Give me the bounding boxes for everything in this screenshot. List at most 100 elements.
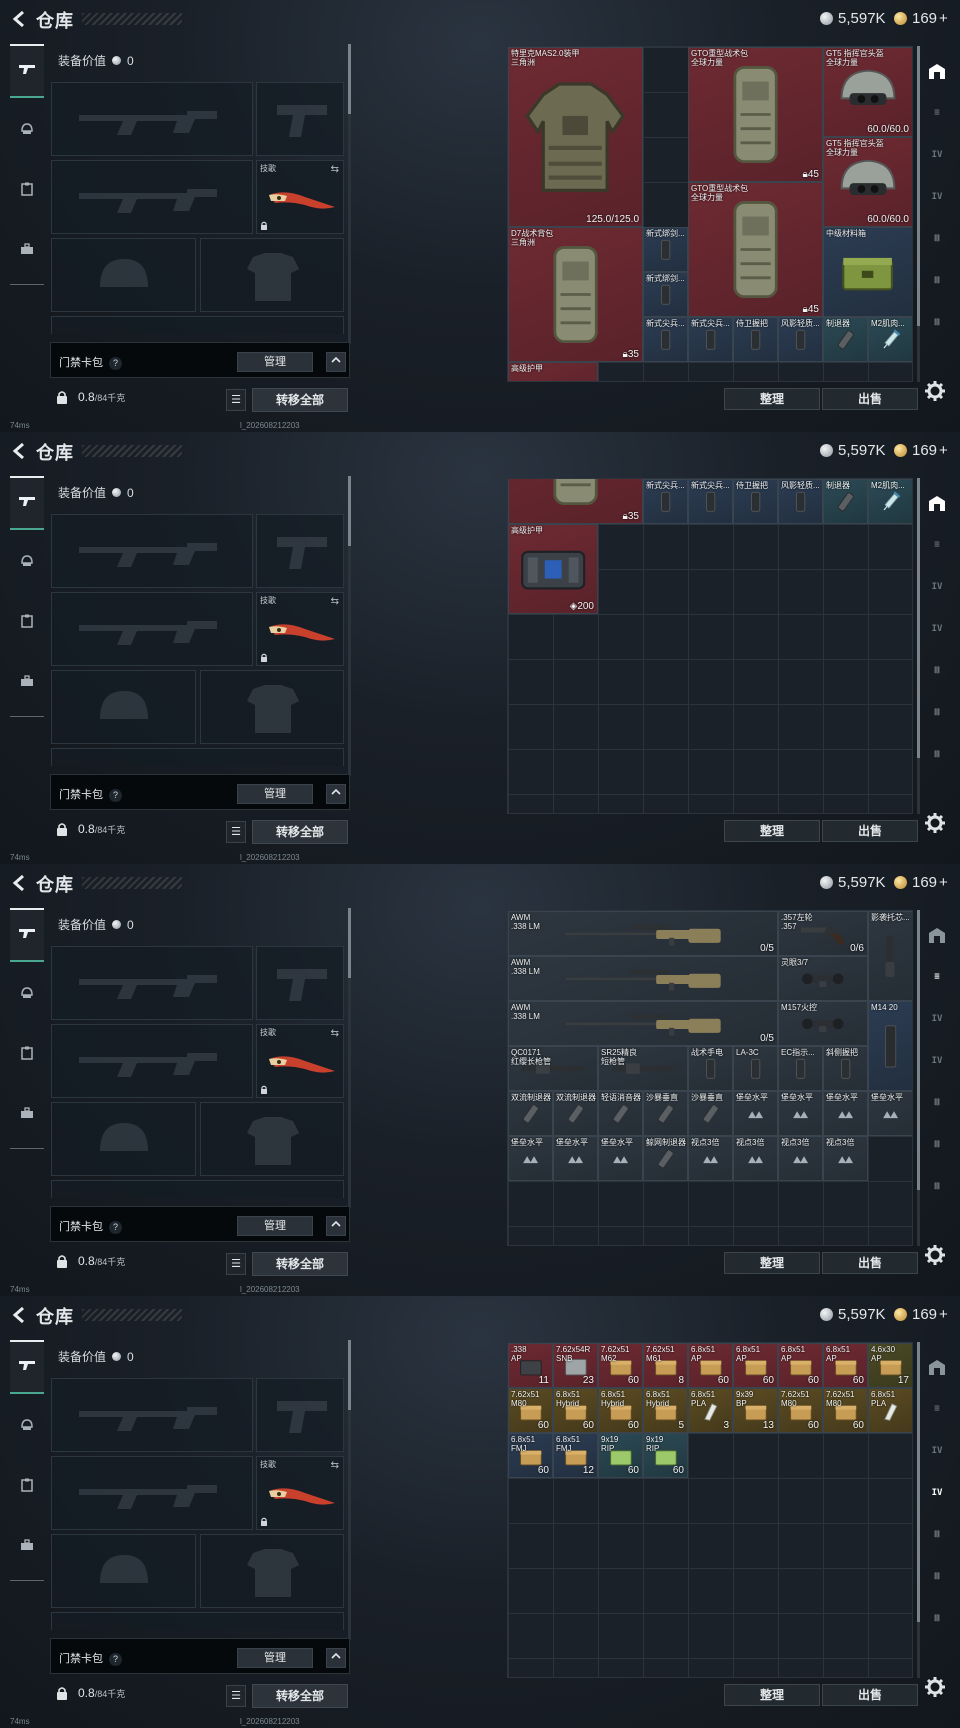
tab-gun[interactable]	[10, 908, 44, 962]
storage-page-tab[interactable]: ≡	[922, 92, 952, 134]
armor-slot[interactable]	[200, 670, 344, 744]
storage-scrollbar[interactable]	[917, 1342, 920, 1678]
tab-clipboard[interactable]	[10, 1028, 44, 1082]
storage-page-tab[interactable]: IV	[922, 608, 952, 650]
add-gold-icon[interactable]: +	[939, 10, 948, 27]
inventory-item[interactable]: QC0171 红缨长枪管	[508, 1046, 598, 1091]
storage-page-tab[interactable]: Ⅲ	[922, 1556, 952, 1598]
secondary-weapon-slot[interactable]	[51, 160, 253, 234]
inventory-item[interactable]: M14 20	[868, 1001, 912, 1091]
help-icon[interactable]: ?	[109, 357, 122, 370]
pistol-slot[interactable]	[256, 514, 344, 588]
gear-icon[interactable]	[924, 812, 946, 834]
swap-icon[interactable]: ⇆	[331, 164, 339, 175]
inventory-item[interactable]: GTO重型战术包 全球力量 🔒︎45	[688, 182, 823, 317]
tab-helmet[interactable]	[10, 1400, 44, 1454]
swap-icon[interactable]: ⇆	[331, 596, 339, 607]
help-icon[interactable]: ?	[109, 1653, 122, 1666]
inventory-item[interactable]: 堡垒水平	[508, 1136, 553, 1181]
inventory-item[interactable]: 9x19 RIP 60	[598, 1433, 643, 1478]
backpack-slot[interactable]	[51, 748, 344, 766]
inventory-item[interactable]: 7.62x54R SNB 23	[553, 1343, 598, 1388]
pistol-slot[interactable]	[256, 1378, 344, 1452]
inventory-item[interactable]: 新式绑剑...	[643, 227, 688, 272]
storage-page-tab[interactable]: Ⅲ	[922, 692, 952, 734]
inventory-item[interactable]: 6.8x51 FMJ 60	[508, 1433, 553, 1478]
pistol-slot[interactable]	[256, 946, 344, 1020]
inventory-item[interactable]: SR25精良 短枪管	[598, 1046, 688, 1091]
inventory-item[interactable]: 6.8x51 PLA 3	[688, 1388, 733, 1433]
back-arrow-icon[interactable]	[10, 873, 28, 893]
expand-keycard-button[interactable]	[326, 352, 346, 372]
inventory-item[interactable]: 制退器	[823, 317, 868, 362]
transfer-all-button[interactable]: 转移全部	[252, 820, 348, 844]
secondary-weapon-slot[interactable]	[51, 1024, 253, 1098]
inventory-item[interactable]: 视点3倍	[733, 1136, 778, 1181]
storage-page-tab[interactable]: Ⅲ	[922, 1166, 952, 1208]
inventory-item[interactable]: 7.62x51 M80 60	[508, 1388, 553, 1433]
storage-page-tab[interactable]: IV	[922, 1430, 952, 1472]
inventory-item[interactable]: 6.8x51 Hybrid 60	[553, 1388, 598, 1433]
inventory-item[interactable]: 战术手电	[688, 1046, 733, 1091]
storage-page-tab[interactable]: IV	[922, 1040, 952, 1082]
storage-page-tab[interactable]: Ⅲ	[922, 1598, 952, 1640]
storage-page-tab[interactable]: IV	[922, 1472, 952, 1514]
inventory-item[interactable]: 6.8x51 Hybrid 60	[598, 1388, 643, 1433]
tab-toolbox[interactable]	[10, 1088, 44, 1142]
primary-weapon-slot[interactable]	[51, 82, 253, 156]
storage-page-tab[interactable]: Ⅲ	[922, 1124, 952, 1166]
gold-currency[interactable]: 169 +	[894, 442, 948, 459]
inventory-item[interactable]: 🔒︎35	[508, 479, 643, 524]
storage-page-tab[interactable]: Ⅲ	[922, 218, 952, 260]
inventory-item[interactable]: 堡垒水平	[553, 1136, 598, 1181]
gold-currency[interactable]: 169 +	[894, 10, 948, 27]
inventory-item[interactable]: GT5 指挥官头盔 全球力量 60.0/60.0	[823, 137, 912, 227]
transfer-all-button[interactable]: 转移全部	[252, 1252, 348, 1276]
inventory-item[interactable]: LA-3C	[733, 1046, 778, 1091]
inventory-item[interactable]: 堡垒水平	[823, 1091, 868, 1136]
gold-currency[interactable]: 169 +	[894, 874, 948, 891]
pistol-slot[interactable]	[256, 82, 344, 156]
tab-clipboard[interactable]	[10, 1460, 44, 1514]
inventory-item[interactable]: 侍卫握把	[733, 479, 778, 524]
inventory-item[interactable]: GTO重型战术包 全球力量 🔒︎45	[688, 47, 823, 182]
inventory-item[interactable]: 7.62x51 M61 8	[643, 1343, 688, 1388]
sell-button[interactable]: 出售	[822, 820, 918, 842]
storage-page-tab[interactable]: Ⅲ	[922, 302, 952, 344]
tidy-button[interactable]: 整理	[724, 1252, 820, 1274]
help-icon[interactable]: ?	[109, 1221, 122, 1234]
inventory-item[interactable]: 新式尖兵...	[643, 317, 688, 362]
inventory-item[interactable]: 堡垒水平	[778, 1091, 823, 1136]
gear-icon[interactable]	[924, 1676, 946, 1698]
equipment-scrollbar[interactable]	[348, 1340, 351, 1640]
primary-weapon-slot[interactable]	[51, 1378, 253, 1452]
helmet-slot[interactable]	[51, 238, 196, 312]
back-arrow-icon[interactable]	[10, 1305, 28, 1325]
inventory-item[interactable]: 7.62x51 M80 60	[823, 1388, 868, 1433]
inventory-item[interactable]: 双流制退器	[508, 1091, 553, 1136]
storage-page-tab[interactable]: Ⅲ	[922, 260, 952, 302]
tab-toolbox[interactable]	[10, 224, 44, 278]
inventory-item[interactable]: 9x39 BP 13	[733, 1388, 778, 1433]
inventory-item[interactable]: 6.8x51 AP 60	[688, 1343, 733, 1388]
list-view-button[interactable]: ☰	[226, 389, 246, 411]
inventory-item[interactable]: 风影轻质...	[778, 479, 823, 524]
inventory-item[interactable]: 风影轻质...	[778, 317, 823, 362]
storage-page-tab[interactable]: Ⅲ	[922, 1514, 952, 1556]
primary-weapon-slot[interactable]	[51, 514, 253, 588]
inventory-item[interactable]: 6.8x51 Hybrid 5	[643, 1388, 688, 1433]
swap-icon[interactable]: ⇆	[331, 1460, 339, 1471]
armor-slot[interactable]	[200, 1102, 344, 1176]
inventory-item[interactable]: AWM .338 LM 0/5	[508, 1001, 778, 1046]
inventory-item[interactable]: 鲸网制退器	[643, 1136, 688, 1181]
tab-clipboard[interactable]	[10, 596, 44, 650]
storage-page-tab[interactable]: IV	[922, 176, 952, 218]
storage-page-tab[interactable]: ≡	[922, 524, 952, 566]
inventory-item[interactable]: 高级护甲 ◈200	[508, 524, 598, 614]
inventory-item[interactable]: 双流制退器	[553, 1091, 598, 1136]
inventory-item[interactable]: 堡垒水平	[733, 1091, 778, 1136]
gear-icon[interactable]	[924, 380, 946, 402]
storage-page-tab[interactable]	[922, 914, 952, 956]
list-view-button[interactable]: ☰	[226, 1253, 246, 1275]
inventory-item[interactable]: 侍卫握把	[733, 317, 778, 362]
